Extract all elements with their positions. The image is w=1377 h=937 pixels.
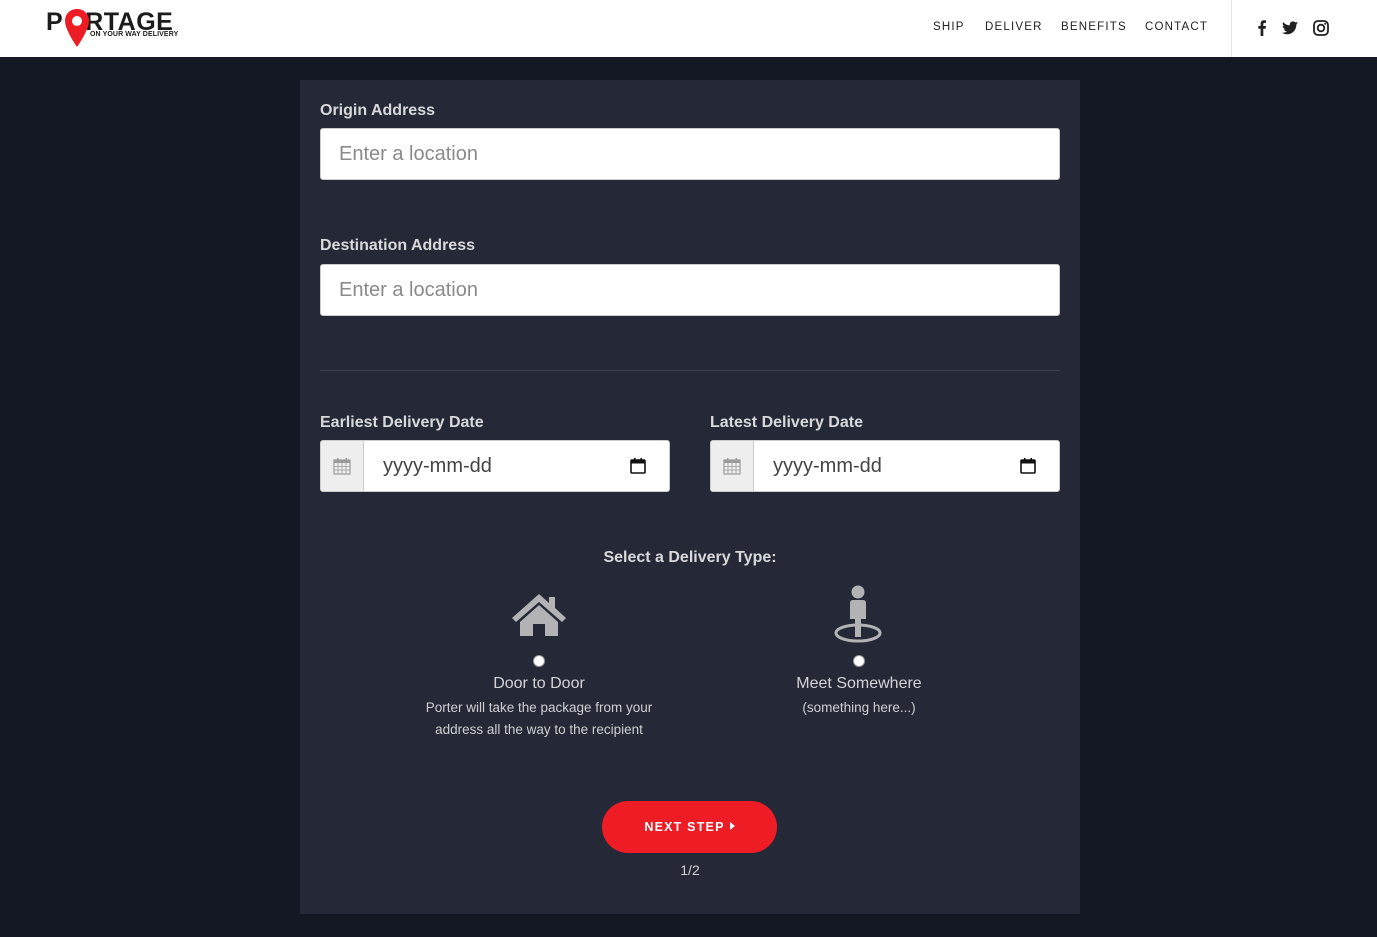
meet-somewhere-label: Meet Somewhere	[796, 675, 922, 692]
nav-benefits-link[interactable]: BENEFITS	[1061, 21, 1127, 33]
house-icon[interactable]	[511, 592, 567, 637]
twitter-icon[interactable]	[1281, 19, 1299, 37]
origin-address-label: Origin Address	[320, 102, 435, 119]
location-pin-icon	[65, 9, 89, 47]
description-line: address all the way to the recipient	[435, 722, 643, 737]
origin-address-input[interactable]	[320, 128, 1060, 180]
destination-address-input[interactable]	[320, 264, 1060, 316]
next-step-button[interactable]: NEXT STEP	[602, 801, 777, 853]
calendar-icon	[723, 458, 741, 475]
form-divider	[320, 370, 1060, 371]
brand-tagline: ON YOUR WAY DELIVERY	[90, 31, 179, 38]
person-pin-icon[interactable]	[833, 585, 883, 645]
date-picker-icon[interactable]	[629, 457, 647, 475]
latest-date-field[interactable]: yyyy-mm-dd	[710, 440, 1060, 492]
door-to-door-label: Door to Door	[493, 675, 585, 692]
step-indicator: 1/2	[680, 862, 700, 878]
latest-date-addon	[711, 441, 754, 491]
meet-somewhere-radio[interactable]	[853, 655, 865, 667]
latest-date-label: Latest Delivery Date	[710, 414, 863, 431]
latest-date-value: yyyy-mm-dd	[773, 455, 882, 477]
earliest-date-field[interactable]: yyyy-mm-dd	[320, 440, 670, 492]
delivery-form-panel	[300, 80, 1080, 914]
delivery-type-title: Select a Delivery Type:	[603, 549, 777, 566]
door-to-door-radio[interactable]	[533, 655, 545, 667]
instagram-icon[interactable]	[1312, 19, 1330, 37]
nav-contact-link[interactable]: CONTACT	[1145, 21, 1208, 33]
description-line: (something here...)	[802, 700, 916, 715]
earliest-date-value: yyyy-mm-dd	[383, 455, 492, 477]
next-step-label: NEXT STEP	[644, 820, 725, 834]
date-picker-icon[interactable]	[1019, 457, 1037, 475]
calendar-icon	[333, 458, 351, 475]
nav-deliver-link[interactable]: DELIVER	[985, 21, 1043, 33]
destination-address-label: Destination Address	[320, 237, 475, 254]
door-to-door-description: Porter will take the package from your a…	[394, 697, 684, 741]
nav-ship-link[interactable]: SHIP	[933, 21, 965, 33]
top-navbar: P RTAGE ON YOUR WAY DELIVERY SHIP DELIVER…	[0, 0, 1377, 57]
facebook-icon[interactable]	[1253, 19, 1271, 37]
earliest-date-label: Earliest Delivery Date	[320, 414, 484, 431]
description-line: Porter will take the package from your	[425, 700, 653, 715]
nav-divider	[1231, 0, 1232, 57]
caret-right-icon	[729, 822, 735, 830]
meet-somewhere-description: (something here...)	[714, 697, 1004, 719]
earliest-date-addon	[321, 441, 364, 491]
brand-logo[interactable]: P RTAGE ON YOUR WAY DELIVERY	[46, 8, 186, 50]
